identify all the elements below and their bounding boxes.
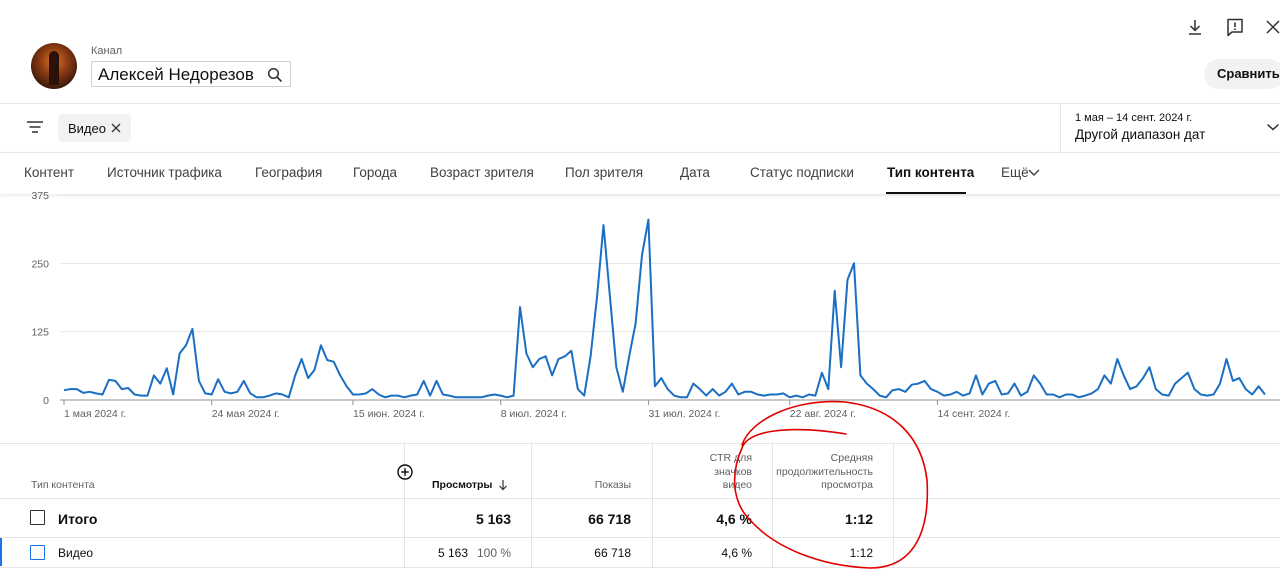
x-tick-label: 22 авг. 2024 г.	[790, 408, 856, 420]
row-divider	[0, 537, 1280, 538]
filter-icon[interactable]	[26, 119, 44, 135]
header-ctr-line: значков	[714, 465, 752, 478]
column-divider	[893, 444, 894, 568]
tab-viewer-age[interactable]: Возраст зрителя	[430, 165, 534, 180]
row-divider	[0, 498, 1280, 499]
feedback-icon[interactable]	[1224, 16, 1246, 38]
chart-points	[64, 220, 1265, 398]
download-icon[interactable]	[1184, 16, 1206, 38]
y-tick-label: 0	[43, 395, 49, 407]
close-icon[interactable]	[110, 122, 122, 134]
filter-chip-video[interactable]: Видео	[58, 114, 131, 142]
search-icon[interactable]	[267, 67, 283, 83]
x-tick-label: 1 мая 2024 г.	[64, 408, 126, 420]
tab-traffic-source[interactable]: Источник трафика	[107, 165, 222, 180]
sort-arrow-down-icon[interactable]	[498, 479, 508, 491]
y-tick-label: 375	[31, 192, 49, 202]
tab-content-type[interactable]: Тип контента	[887, 165, 974, 180]
divider	[1060, 104, 1061, 152]
row-views: 5 163	[437, 546, 468, 560]
total-impressions: 66 718	[588, 511, 631, 527]
column-divider	[652, 444, 653, 568]
views-line-chart: 0 125 250 375 1 мая 2024 г. 24 мая 2024 г. 15…	[31, 192, 1280, 420]
filter-bar: Видео 1 мая – 14 сент. 2024 г. Другой ди…	[0, 104, 1280, 152]
channel-name: Алексей Недорезов	[98, 65, 254, 84]
row-impressions: 66 718	[594, 546, 631, 560]
row-avg-view-duration: 1:12	[849, 546, 873, 560]
x-tick-label: 31 июл. 2024 г.	[648, 408, 720, 420]
tab-viewer-gender[interactable]: Пол зрителя	[565, 165, 643, 180]
x-tick-label: 14 сент. 2024 г.	[937, 408, 1010, 420]
header-ctr-line: видео	[722, 479, 752, 491]
header-impressions[interactable]: Показы	[560, 479, 631, 491]
total-avg-view-duration: 1:12	[844, 511, 873, 527]
filter-chip-label: Видео	[68, 121, 106, 136]
chevron-down-icon[interactable]	[1028, 168, 1040, 177]
tab-geography[interactable]: География	[255, 165, 322, 180]
header-ctr[interactable]: CTR для значков видео	[660, 452, 752, 493]
row-views-percent: 100 %	[476, 546, 511, 560]
close-icon[interactable]	[1262, 16, 1280, 38]
y-axis: 0 125 250 375	[31, 192, 49, 407]
content-type-table: Тип контента Просмотры Показы CTR для зн…	[0, 443, 1280, 574]
dimension-tabs: Контент Источник трафика География Город…	[0, 152, 1280, 194]
column-divider	[404, 444, 405, 568]
header-views-label: Просмотры	[432, 479, 493, 491]
total-row-checkbox[interactable]	[30, 510, 45, 525]
row-label: Видео	[58, 546, 94, 560]
x-tick-label: 15 июн. 2024 г.	[353, 408, 425, 420]
header-ctr-line: CTR для	[709, 452, 752, 464]
channel-selector[interactable]: Алексей Недорезов	[91, 61, 291, 87]
date-range-text: 1 мая – 14 сент. 2024 г.	[1075, 112, 1193, 124]
x-tick-label: 8 июл. 2024 г.	[501, 408, 567, 420]
tab-date[interactable]: Дата	[680, 165, 710, 180]
header-avd-line: Средняя	[830, 452, 873, 464]
tab-more[interactable]: Ещё	[1001, 165, 1029, 180]
tab-cities[interactable]: Города	[353, 165, 397, 180]
header-avd-line: продолжительность	[776, 465, 873, 478]
chevron-down-icon[interactable]	[1266, 122, 1280, 132]
x-tick-label: 24 мая 2024 г.	[212, 408, 280, 420]
chart-series-line	[63, 218, 1266, 399]
add-column-icon[interactable]	[397, 464, 413, 480]
header-content-type: Тип контента	[31, 479, 95, 491]
column-divider	[772, 444, 773, 568]
channel-header: Канал Алексей Недорезов Сравнить	[0, 0, 1280, 104]
compare-button[interactable]: Сравнить	[1204, 59, 1280, 89]
channel-avatar	[31, 43, 77, 89]
row-checkbox[interactable]	[30, 545, 45, 560]
channel-label: Канал	[91, 45, 123, 57]
total-ctr: 4,6 %	[716, 511, 752, 527]
y-tick-label: 125	[31, 327, 49, 339]
column-divider	[531, 444, 532, 568]
row-ctr: 4,6 %	[721, 546, 752, 560]
header-avg-view-duration[interactable]: Средняя продолжительность просмотра	[775, 452, 873, 493]
tab-subscription-status[interactable]: Статус подписки	[750, 165, 854, 180]
y-tick-label: 250	[31, 258, 49, 270]
header-avd-line: просмотра	[821, 479, 873, 491]
chart-grid	[60, 194, 1280, 401]
date-preset-text: Другой диапазон дат	[1075, 127, 1206, 142]
row-selected-indicator	[0, 538, 2, 566]
total-row-label: Итого	[58, 511, 98, 527]
tab-content[interactable]: Контент	[24, 165, 74, 180]
total-views: 5 163	[475, 511, 511, 527]
row-divider	[0, 567, 1280, 568]
x-axis: 1 мая 2024 г. 24 мая 2024 г. 15 июн. 2024 …	[63, 400, 1010, 420]
